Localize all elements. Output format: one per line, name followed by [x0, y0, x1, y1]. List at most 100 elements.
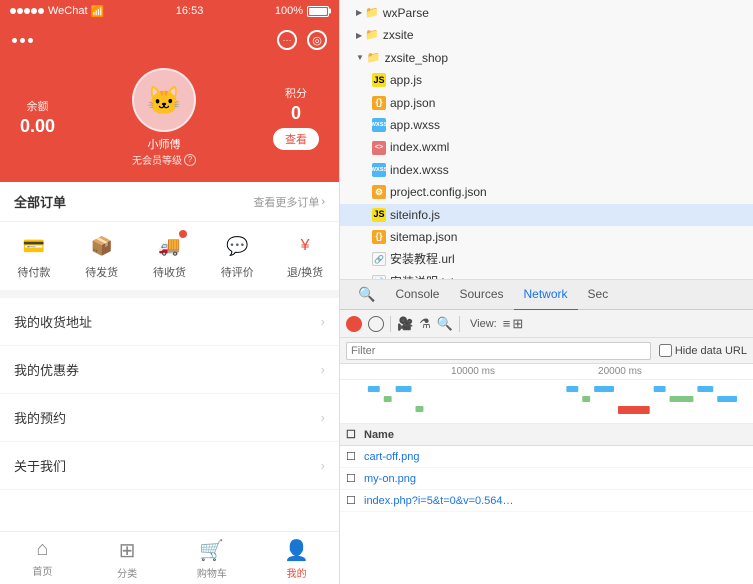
order-item-1[interactable]: 📦 待发货: [68, 232, 136, 280]
tree-item-sitemap[interactable]: {} sitemap.json: [340, 226, 753, 248]
tree-view-icon[interactable]: ⊞: [512, 316, 523, 332]
filter-bar: Hide data URL: [340, 338, 753, 364]
hide-data-label: Hide data URL: [675, 345, 747, 357]
tab-sources[interactable]: Sources: [449, 279, 513, 311]
avatar-section: 🐱 小师傅 无会员等级 ?: [132, 68, 196, 167]
orders-section: 全部订单 查看更多订单 › 💳 待付款 📦 待发货 🚚 待收货: [0, 182, 339, 298]
table-row[interactable]: ☐ index.php?i=5&t=0&v=0.564…: [340, 490, 753, 512]
balance-value: 0.00: [20, 116, 55, 137]
order-item-2[interactable]: 🚚 待收货: [136, 232, 204, 280]
chevron-right-icon: ›: [321, 314, 325, 329]
nav-back-dots[interactable]: [12, 38, 33, 43]
devtools-toolbar: 🎥 ⚗ 🔍 View: ≡ ⊞: [340, 310, 753, 338]
nav-right-icons[interactable]: ··· ◎: [277, 30, 327, 50]
bottom-nav: ⌂ 首页 ⊞ 分类 🛒 购物车 👤 我的: [0, 531, 339, 584]
tab-console[interactable]: Console: [385, 279, 449, 311]
table-row[interactable]: ☐ cart-off.png: [340, 446, 753, 468]
wechat-navbar: ··· ◎: [0, 22, 339, 58]
order-item-4[interactable]: ¥ 退/换货: [271, 232, 339, 280]
orders-title: 全部订单: [14, 192, 66, 211]
home-icon: ⌂: [36, 538, 48, 561]
wxss-file-icon: wxss: [372, 163, 386, 177]
timeline-labels: 10000 ms 20000 ms: [340, 364, 753, 380]
json-file-icon: {}: [372, 96, 386, 110]
json-file-icon: ⚙: [372, 185, 386, 199]
timeline-label-2: 20000 ms: [598, 366, 642, 377]
nav-cart[interactable]: 🛒 购物车: [170, 538, 255, 580]
order-item-3[interactable]: 💬 待评价: [203, 232, 271, 280]
timeline-label-1: 10000 ms: [451, 366, 495, 377]
tab-network[interactable]: Network: [514, 279, 578, 311]
tree-item-appjson[interactable]: {} app.json: [340, 92, 753, 114]
devtools-panel: ▶ 📁 wxParse ▶ 📁 zxsite ▼ 📁 zxsite_shop J…: [340, 0, 753, 584]
tree-item-indexwxml[interactable]: <> index.wxml: [340, 136, 753, 158]
balance-section: 余额 0.00: [20, 98, 55, 137]
filter-input[interactable]: [346, 342, 651, 360]
filter-icon[interactable]: ⚗: [419, 316, 431, 332]
tree-item-projectconfig[interactable]: ⚙ project.config.json: [340, 181, 753, 203]
menu-item-coupon[interactable]: 我的优惠券 ›: [0, 346, 339, 394]
tree-item-wxparse[interactable]: ▶ 📁 wxParse: [340, 2, 753, 24]
profile-header: 余额 0.00 🐱 小师傅 无会员等级 ? 积分 0 查看: [0, 58, 339, 182]
hide-data-checkbox[interactable]: Hide data URL: [659, 344, 747, 357]
nav-mine[interactable]: 👤 我的: [254, 538, 339, 580]
points-section: 积分 0 查看: [273, 85, 319, 150]
wifi-icon: 📶: [91, 5, 105, 18]
user-level: 无会员等级 ?: [132, 152, 196, 167]
user-name: 小师傅: [148, 136, 181, 152]
network-table: ☐ Name ☐ cart-off.png ☐ my-on.png ☐ inde…: [340, 424, 753, 584]
signal-dots: [10, 5, 45, 17]
nav-home[interactable]: ⌂ 首页: [0, 538, 85, 580]
points-value: 0: [291, 103, 301, 124]
points-label: 积分: [285, 85, 307, 101]
tree-item-appjs[interactable]: JS app.js: [340, 69, 753, 91]
menu-list: 我的收货地址 › 我的优惠券 › 我的预约 › 关于我们 ›: [0, 298, 339, 490]
tree-item-siteinfo[interactable]: JS siteinfo.js: [340, 204, 753, 226]
tree-item-install-url[interactable]: 🔗 安装教程.url: [340, 248, 753, 270]
menu-item-address[interactable]: 我的收货地址 ›: [0, 298, 339, 346]
tree-item-appwxss[interactable]: wxss app.wxss: [340, 114, 753, 136]
menu-item-reservation[interactable]: 我的预约 ›: [0, 394, 339, 442]
more-icon[interactable]: ···: [277, 30, 297, 50]
cart-icon: 🛒: [199, 538, 224, 563]
tree-item-zxsite[interactable]: ▶ 📁 zxsite: [340, 24, 753, 46]
chevron-right-icon: ›: [321, 362, 325, 377]
nav-category[interactable]: ⊞ 分类: [85, 538, 170, 580]
tree-item-zxsite-shop[interactable]: ▼ 📁 zxsite_shop: [340, 47, 753, 69]
hide-data-checkbox-input[interactable]: [659, 344, 672, 357]
view-icons: ≡ ⊞: [503, 316, 524, 332]
chevron-right-icon: ›: [321, 196, 325, 208]
url-file-icon: 🔗: [372, 252, 386, 266]
tab-inspect-icon[interactable]: 🔍: [348, 279, 385, 311]
folder-icon: 📁: [367, 49, 381, 68]
list-view-icon[interactable]: ≡: [503, 316, 511, 332]
red-dot-badge: [179, 230, 187, 238]
table-header: ☐ Name: [340, 424, 753, 446]
category-icon: ⊞: [119, 538, 136, 563]
mobile-simulator: WeChat 📶 16:53 100% ··· ◎ 余额 0.00 �: [0, 0, 340, 584]
menu-item-about[interactable]: 关于我们 ›: [0, 442, 339, 490]
view-points-button[interactable]: 查看: [273, 128, 319, 150]
record-button[interactable]: [346, 316, 362, 332]
timeline-bars: [340, 380, 753, 424]
tab-security[interactable]: Sec: [578, 279, 619, 311]
orders-more-link[interactable]: 查看更多订单 ›: [253, 194, 325, 210]
profile-icon: 👤: [284, 538, 309, 563]
stop-button[interactable]: [368, 316, 384, 332]
orders-header: 全部订单 查看更多订单 ›: [0, 182, 339, 222]
camera-icon[interactable]: 🎥: [397, 316, 413, 332]
status-left: WeChat 📶: [10, 5, 104, 18]
search-icon[interactable]: 🔍: [437, 316, 453, 332]
wxss-file-icon: wxss: [372, 118, 386, 132]
scan-icon[interactable]: ◎: [307, 30, 327, 50]
app-name: WeChat: [48, 5, 88, 17]
order-item-0[interactable]: 💳 待付款: [0, 232, 68, 280]
status-bar: WeChat 📶 16:53 100%: [0, 0, 339, 22]
table-row[interactable]: ☐ my-on.png: [340, 468, 753, 490]
level-question-icon[interactable]: ?: [184, 154, 196, 166]
network-timeline: 10000 ms 20000 ms: [340, 364, 753, 424]
balance-label: 余额: [27, 98, 49, 114]
chevron-right-icon: ›: [321, 458, 325, 473]
tree-item-indexwxss[interactable]: wxss index.wxss: [340, 159, 753, 181]
clock: 16:53: [176, 5, 204, 17]
